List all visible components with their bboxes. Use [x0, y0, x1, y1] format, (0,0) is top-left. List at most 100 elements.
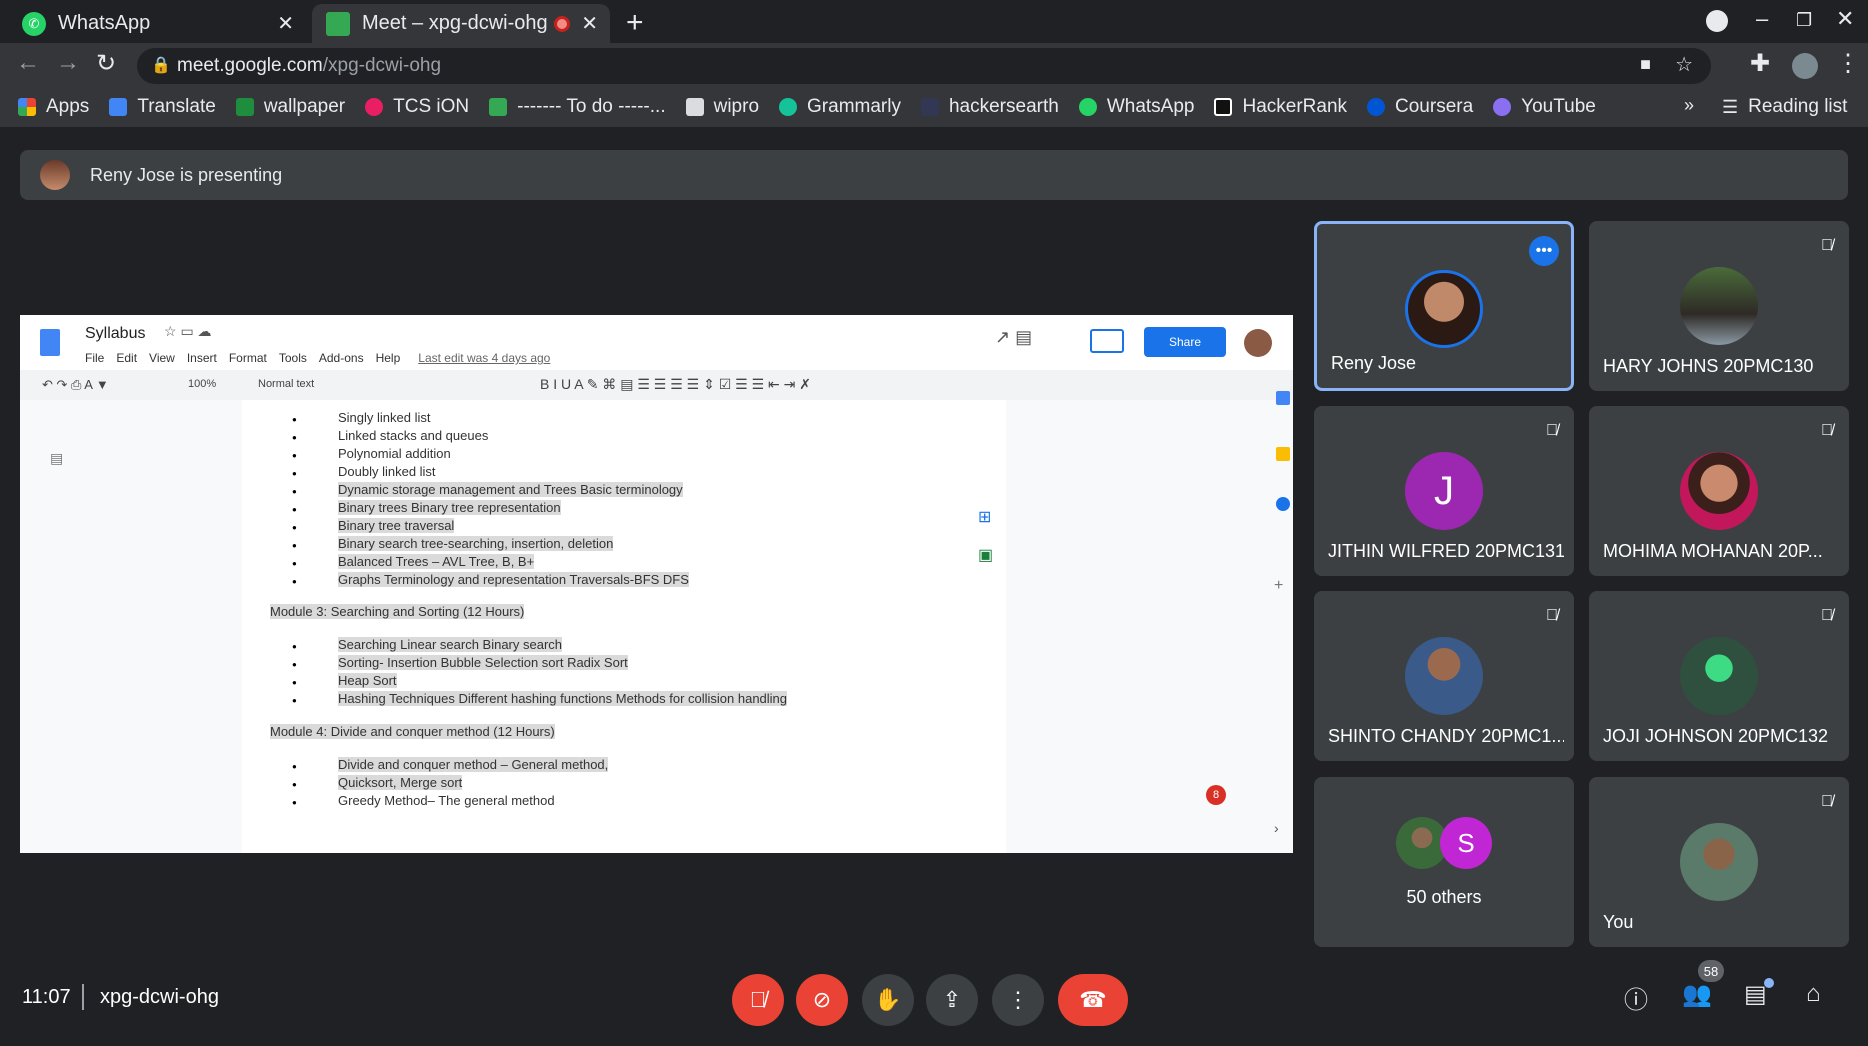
- bullet-icon: ●: [292, 577, 297, 586]
- participant-tile[interactable]: 🎙̸ MOHIMA MOHANAN 20P...: [1589, 406, 1849, 576]
- wipro-icon: [685, 98, 704, 116]
- bullet-icon: ●: [292, 780, 297, 789]
- star-icon: ☆ ▭ ☁: [164, 323, 212, 339]
- address-bar[interactable]: 🔒 meet.google.com/xpg-dcwi-ohg ■ ☆: [137, 48, 1711, 84]
- bookmark-hackerearth[interactable]: hackersearth: [920, 96, 1059, 118]
- doc-list-item: Polynomial addition: [338, 446, 451, 461]
- participant-tile[interactable]: 🎙̸ SHINTO CHANDY 20PMC1...: [1314, 591, 1574, 761]
- mic-off-icon: 🎙̸: [1821, 237, 1833, 254]
- doc-list-item: Binary tree traversal: [338, 518, 455, 533]
- meeting-details-icon[interactable]: ⓘ: [1624, 980, 1648, 1015]
- meet-controls-bar: 11:07 xpg-dcwi-ohg 🎙̸ ⊘ ✋ ⇪ ⋮ ☎ ⓘ 👥 58 ▤…: [0, 950, 1868, 1046]
- participant-tile[interactable]: 🎙̸ HARY JOHNS 20PMC130: [1589, 221, 1849, 391]
- whatsapp-icon: [1078, 98, 1097, 116]
- close-tab-icon[interactable]: ✕: [581, 11, 598, 36]
- extensions-icon[interactable]: ✚: [1750, 49, 1770, 78]
- bookmark-whatsapp[interactable]: WhatsApp: [1078, 96, 1194, 118]
- participant-name: HARY JOHNS 20PMC130: [1603, 356, 1814, 376]
- camera-icon[interactable]: ■: [1640, 54, 1651, 75]
- suggest-edit-icon: ▣: [978, 547, 994, 564]
- bookmark-wipro[interactable]: wipro: [685, 96, 759, 118]
- outline-icon: ▤: [50, 450, 64, 466]
- bullet-icon: ●: [292, 696, 297, 705]
- profile-menu-icon[interactable]: [1706, 10, 1728, 32]
- participant-tile[interactable]: ••• Reny Jose: [1314, 221, 1574, 391]
- present-now-button[interactable]: ⇪: [926, 974, 978, 1026]
- participant-name: You: [1603, 912, 1634, 932]
- activities-icon[interactable]: ⌂: [1806, 980, 1821, 1008]
- doc-heading: Module 4: Divide and conquer method (12 …: [270, 724, 555, 739]
- close-window-icon[interactable]: ✕: [1836, 6, 1854, 32]
- todo-icon: [489, 98, 508, 116]
- bookmark-translate[interactable]: Translate: [109, 96, 216, 118]
- camera-toggle-button[interactable]: ⊘: [796, 974, 848, 1026]
- activity-icon: ↗ ▤: [995, 327, 1033, 347]
- close-tab-icon[interactable]: ✕: [277, 11, 294, 36]
- browser-tab-strip: ✆ WhatsApp ✕ Meet – xpg-dcwi-ohg ✕ + – ❐…: [0, 0, 1868, 43]
- bookmark-todo[interactable]: ------- To do -----...: [489, 96, 666, 118]
- tab-meet[interactable]: Meet – xpg-dcwi-ohg ✕: [312, 4, 610, 43]
- participant-tile-self[interactable]: 🎙̸ You: [1589, 777, 1849, 947]
- doc-list-item: Graphs Terminology and representation Tr…: [338, 572, 689, 587]
- participant-avatar: [1680, 452, 1758, 530]
- keep-icon: [1276, 447, 1290, 461]
- coursera-icon: [1367, 98, 1386, 116]
- bookmark-wallpaper[interactable]: wallpaper: [235, 96, 345, 118]
- new-tab-icon[interactable]: +: [626, 6, 644, 40]
- hackerearth-icon: [920, 98, 939, 116]
- tab-whatsapp[interactable]: ✆ WhatsApp ✕: [8, 4, 306, 43]
- people-icon[interactable]: 👥: [1682, 980, 1712, 1009]
- bookmark-hackerrank[interactable]: HackerRank: [1214, 96, 1347, 118]
- participant-tile[interactable]: J 🎙̸ JITHIN WILFRED 20PMC131: [1314, 406, 1574, 576]
- doc-list-item: Hashing Techniques Different hashing fun…: [338, 691, 788, 706]
- bookmark-coursera[interactable]: Coursera: [1367, 96, 1473, 118]
- doc-user-avatar: [1244, 329, 1272, 357]
- participant-avatar: [1405, 637, 1483, 715]
- bookmark-apps[interactable]: Apps: [18, 96, 89, 118]
- bookmark-grammarly[interactable]: Grammarly: [779, 96, 901, 118]
- doc-menu: File Edit View Insert Format Tools Add-ons Help…: [85, 351, 551, 365]
- youtube-icon: [1493, 98, 1512, 116]
- reading-list[interactable]: ☰ Reading list: [1722, 96, 1847, 118]
- tab-title: WhatsApp: [58, 12, 151, 34]
- translate-icon: [109, 98, 128, 116]
- bookmark-youtube[interactable]: YouTube: [1493, 96, 1596, 118]
- minimize-icon[interactable]: –: [1756, 6, 1768, 32]
- bullet-icon: ●: [292, 415, 297, 424]
- participant-tile[interactable]: 🎙̸ JOJI JOHNSON 20PMC132: [1589, 591, 1849, 761]
- bullet-icon: ●: [292, 762, 297, 771]
- leave-call-button[interactable]: ☎: [1058, 974, 1128, 1026]
- calendar-icon: [1276, 391, 1290, 405]
- more-options-icon[interactable]: •••: [1529, 236, 1559, 266]
- doc-list-item: Searching Linear search Binary search: [338, 637, 563, 652]
- mic-off-icon: 🎙̸: [1821, 793, 1833, 810]
- profile-avatar[interactable]: [1792, 53, 1818, 79]
- participant-name: SHINTO CHANDY 20PMC1...: [1328, 726, 1564, 746]
- bullet-icon: ●: [292, 505, 297, 514]
- participant-tile[interactable]: S 50 others: [1314, 777, 1574, 947]
- browser-toolbar: ← → ↻ 🔒 meet.google.com/xpg-dcwi-ohg ■ ☆…: [0, 43, 1868, 87]
- bullet-icon: ●: [292, 541, 297, 550]
- browser-menu-icon[interactable]: ⋮: [1836, 49, 1860, 78]
- mic-toggle-button[interactable]: 🎙̸: [732, 974, 784, 1026]
- bullet-icon: ●: [292, 678, 297, 687]
- tab-title: Meet – xpg-dcwi-ohg: [362, 12, 548, 34]
- forward-icon[interactable]: →: [56, 49, 80, 77]
- bookmarks-bar: Apps Translate wallpaper TCS iON -------…: [0, 87, 1868, 127]
- bullet-icon: ●: [292, 660, 297, 669]
- bookmark-tcs-ion[interactable]: TCS iON: [365, 96, 469, 118]
- doc-list-item: Greedy Method– The general method: [338, 793, 555, 808]
- meeting-time: 11:07: [22, 986, 71, 1008]
- url-host: meet.google.com: [177, 55, 323, 76]
- reload-icon[interactable]: ↻: [96, 49, 116, 78]
- bookmark-star-icon[interactable]: ☆: [1675, 52, 1693, 77]
- more-bookmarks-icon[interactable]: »: [1684, 95, 1694, 116]
- raise-hand-button[interactable]: ✋: [862, 974, 914, 1026]
- more-options-button[interactable]: ⋮: [992, 974, 1044, 1026]
- doc-list-item: Sorting- Insertion Bubble Selection sort…: [338, 655, 628, 670]
- docs-logo-icon: [40, 329, 60, 356]
- tcs-icon: [365, 98, 384, 116]
- back-icon[interactable]: ←: [16, 49, 40, 77]
- apps-grid-icon: [18, 98, 36, 116]
- restore-icon[interactable]: ❐: [1796, 10, 1812, 31]
